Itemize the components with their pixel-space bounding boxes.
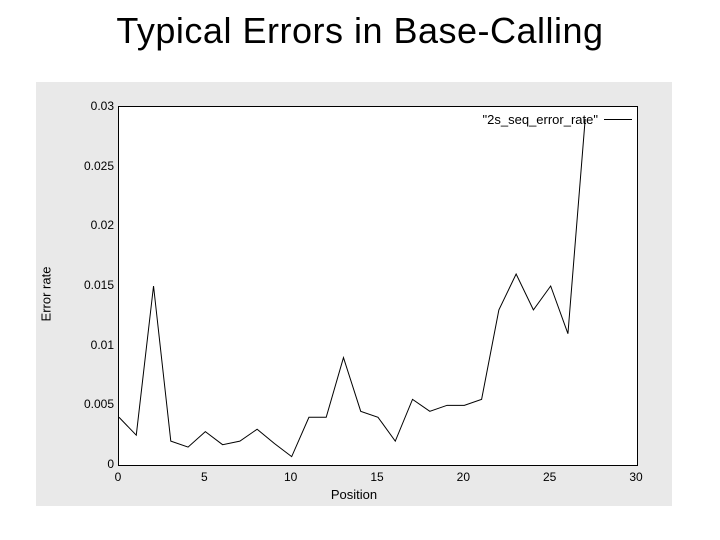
line-plot (119, 107, 637, 465)
series-line (119, 119, 585, 457)
y-tick-label: 0.015 (84, 278, 114, 292)
legend-swatch (604, 119, 632, 120)
x-tick-label: 30 (629, 470, 642, 484)
y-tick-label: 0.01 (91, 338, 114, 352)
x-tick-label: 10 (284, 470, 297, 484)
y-tick-label: 0 (107, 457, 114, 471)
y-tick-label: 0.02 (91, 218, 114, 232)
page-title: Typical Errors in Base-Calling (0, 10, 720, 52)
x-tick-label: 0 (115, 470, 122, 484)
y-tick-label: 0.005 (84, 397, 114, 411)
x-tick-label: 20 (457, 470, 470, 484)
slide: Typical Errors in Base-Calling Error rat… (0, 0, 720, 540)
plot-frame (118, 106, 638, 466)
legend-label: "2s_seq_error_rate" (483, 112, 598, 127)
y-tick-label: 0.03 (91, 99, 114, 113)
chart-container: Error rate Position 0 0.005 0.01 0.015 0.02 0… (36, 82, 672, 506)
x-tick-label: 15 (370, 470, 383, 484)
legend: "2s_seq_error_rate" (483, 112, 632, 127)
x-tick-label: 25 (543, 470, 556, 484)
x-tick-label: 5 (201, 470, 208, 484)
x-axis-label: Position (36, 487, 672, 502)
y-axis-label: Error rate (39, 267, 54, 322)
y-tick-label: 0.025 (84, 159, 114, 173)
